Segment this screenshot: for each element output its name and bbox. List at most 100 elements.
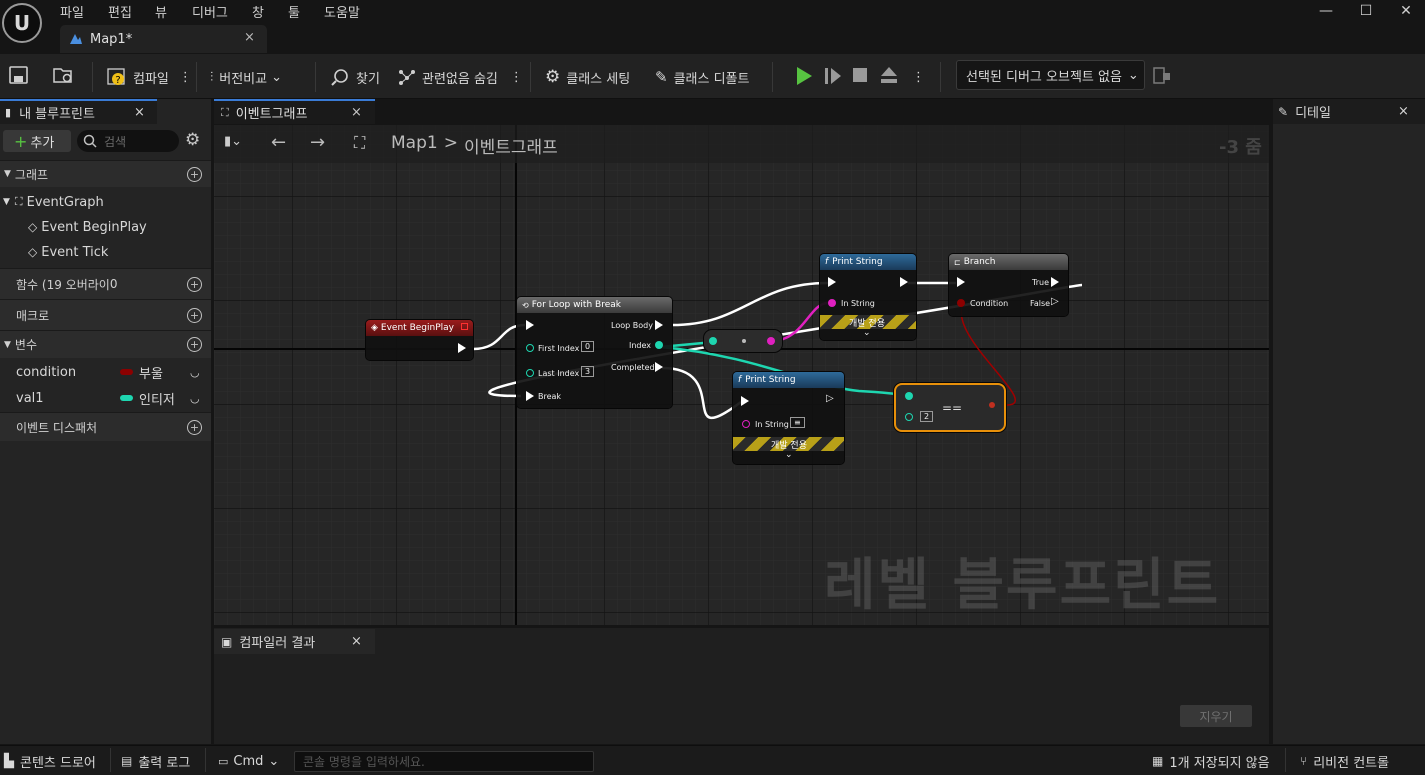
add-graph-icon[interactable]: + (187, 166, 202, 182)
variable-row-val1[interactable]: val1 인티저 ◡ (0, 385, 211, 411)
add-variable-icon[interactable]: + (187, 337, 202, 352)
add-macro-icon[interactable]: + (187, 307, 202, 323)
unsaved-button[interactable]: ▦ 1개 저장되지 않음 (1152, 752, 1270, 771)
tree-item-event-beginplay[interactable]: ◇ Event BeginPlay (0, 215, 211, 239)
close-tab-icon[interactable]: × (351, 105, 362, 120)
close-tab-icon[interactable]: × (351, 634, 362, 649)
add-dispatcher-icon[interactable]: + (187, 419, 202, 435)
diff-button[interactable]: ⫶ 버전비교 ⌄ (210, 66, 282, 88)
bool-out-pin[interactable] (989, 402, 995, 408)
int-in-pin[interactable] (709, 337, 717, 345)
document-tab-map1[interactable]: Map1* × (60, 25, 267, 53)
menu-file[interactable]: 파일 (60, 2, 84, 21)
output-log-button[interactable]: ▤ 출력 로그 (121, 752, 190, 771)
step-icon[interactable] (824, 67, 842, 85)
tree-item-event-tick[interactable]: ◇ Event Tick (0, 240, 211, 264)
close-tab-icon[interactable]: × (244, 30, 255, 45)
menu-window[interactable]: 창 (252, 2, 264, 21)
visibility-eye-icon[interactable]: ◡ (190, 392, 200, 405)
revision-control-button[interactable]: ⑂ 리비전 컨트롤 (1300, 752, 1389, 771)
string-pin[interactable] (742, 420, 750, 428)
graph-canvas[interactable]: 레벨 블루프린트 ◈ Event BeginPlay ⟲ For Loop wi… (214, 125, 1269, 625)
node-for-loop-with-break[interactable]: ⟲ For Loop with Break Loop Body First In… (517, 297, 672, 408)
int-out-pin[interactable] (655, 341, 663, 349)
bool-pin[interactable] (957, 299, 965, 307)
compiler-results-tab[interactable]: ▣ 컴파일러 결과 × (214, 629, 375, 654)
menu-view[interactable]: 뷰 (155, 2, 167, 21)
node-event-beginplay[interactable]: ◈ Event BeginPlay (366, 320, 473, 360)
add-button[interactable]: + 추가 (3, 130, 71, 152)
eject-icon[interactable] (880, 66, 898, 84)
menu-tools[interactable]: 툴 (288, 2, 300, 21)
unreal-logo[interactable]: U (2, 3, 42, 43)
menu-help[interactable]: 도움말 (324, 2, 360, 21)
int-pin[interactable] (526, 344, 534, 352)
exec-loop-body-pin[interactable] (655, 320, 663, 330)
exec-completed-pin[interactable] (655, 362, 663, 372)
node-print-string-2[interactable]: f Print String ▷ In String ≡ 개발 전용 ⌄ (733, 372, 844, 464)
class-settings-button[interactable]: ⚙ 클래스 세팅 (545, 66, 630, 88)
compile-button[interactable]: ? 컴파일 ⋮ (107, 66, 192, 88)
add-function-icon[interactable]: + (187, 276, 202, 292)
int-in-pin-a[interactable] (905, 392, 913, 400)
dispatchers-category[interactable]: 이벤트 디스패처 + (0, 412, 211, 441)
exec-true-pin[interactable] (1051, 277, 1059, 287)
int-pin[interactable] (526, 369, 534, 377)
search-input[interactable]: 검색 (77, 130, 179, 152)
graphs-category[interactable]: ▼ 그래프 + (0, 160, 211, 187)
exec-out-pin[interactable] (900, 277, 908, 287)
find-button[interactable]: 찾기 (330, 66, 380, 88)
exec-false-pin[interactable]: ▷ (1051, 296, 1059, 307)
expand-chevron-icon[interactable]: ⌄ (863, 328, 871, 338)
menu-edit[interactable]: 편집 (108, 2, 132, 21)
macros-category[interactable]: 매크로 + (0, 299, 211, 330)
my-blueprint-tab[interactable]: ▮ 내 블루프린트 × (0, 99, 157, 124)
bookmark-icon[interactable]: ▮⌄ (224, 134, 242, 149)
exec-in-pin[interactable] (741, 396, 749, 406)
tree-item-eventgraph[interactable]: ▼ ⛶ EventGraph (0, 190, 211, 214)
more-options-icon[interactable]: ⋮ (510, 70, 523, 85)
node-int-to-string[interactable] (704, 330, 782, 352)
tab-eventgraph[interactable]: ⛶ 이벤트그래프 × (214, 99, 375, 124)
breadcrumb-root[interactable]: Map1 (391, 133, 438, 158)
string-pin[interactable] (828, 299, 836, 307)
equals-b-value[interactable]: 2 (920, 411, 934, 422)
exec-in-pin[interactable] (526, 320, 534, 330)
debug-object-select[interactable]: 선택된 디버그 오브젝트 없음 ⌄ (956, 60, 1145, 90)
cmd-dropdown[interactable]: ▭ Cmd ⌄ (218, 752, 279, 770)
variables-category[interactable]: ▼ 변수 + (0, 330, 211, 358)
back-arrow-icon[interactable]: ← (271, 132, 286, 153)
console-input[interactable]: 콘솔 명령을 입력하세요. (294, 751, 594, 772)
debug-filter-icon[interactable] (1153, 67, 1171, 84)
node-equals[interactable]: 2 == (894, 383, 1006, 432)
close-panel-icon[interactable]: × (1398, 104, 1409, 119)
class-defaults-button[interactable]: ✎ 클래스 디폴트 (655, 66, 749, 88)
clear-button[interactable]: 지우기 (1180, 705, 1252, 727)
int-in-pin-b[interactable] (905, 413, 913, 421)
save-icon[interactable] (9, 66, 29, 84)
gear-icon[interactable]: ⚙ (185, 130, 200, 150)
exec-out-pin[interactable]: ▷ (826, 393, 834, 404)
play-options-icon[interactable]: ⋮ (912, 66, 925, 88)
last-index-value[interactable]: 3 (581, 366, 595, 377)
hide-unrelated-button[interactable]: 관련없음 숨김 ⋮ (398, 66, 523, 88)
content-drawer-button[interactable]: ▙ 콘텐츠 드로어 (4, 752, 96, 771)
variable-row-condition[interactable]: condition 부울 ◡ (0, 359, 211, 385)
close-panel-icon[interactable]: × (134, 105, 145, 120)
visibility-eye-icon[interactable]: ◡ (190, 366, 200, 379)
close-window-button[interactable]: ✕ (1383, 0, 1425, 22)
exec-break-pin[interactable] (526, 391, 534, 401)
exec-out-pin[interactable] (458, 343, 466, 353)
exec-in-pin[interactable] (828, 277, 836, 287)
string-out-pin[interactable] (767, 337, 775, 345)
first-index-value[interactable]: 0 (581, 341, 595, 352)
exec-in-pin[interactable] (957, 277, 965, 287)
browse-icon[interactable] (52, 65, 76, 85)
delegate-pin[interactable] (461, 323, 468, 330)
forward-arrow-icon[interactable]: → (310, 132, 325, 153)
node-print-string-1[interactable]: f Print String In String 개발 전용 ⌄ (820, 254, 916, 340)
node-branch[interactable]: ⊏ Branch True Condition False ▷ (949, 254, 1068, 316)
compile-options-icon[interactable]: ⋮ (179, 70, 192, 85)
expand-chevron-icon[interactable]: ⌄ (785, 450, 793, 460)
functions-category[interactable]: 함수 (19 오버라이 0 + (0, 268, 211, 299)
